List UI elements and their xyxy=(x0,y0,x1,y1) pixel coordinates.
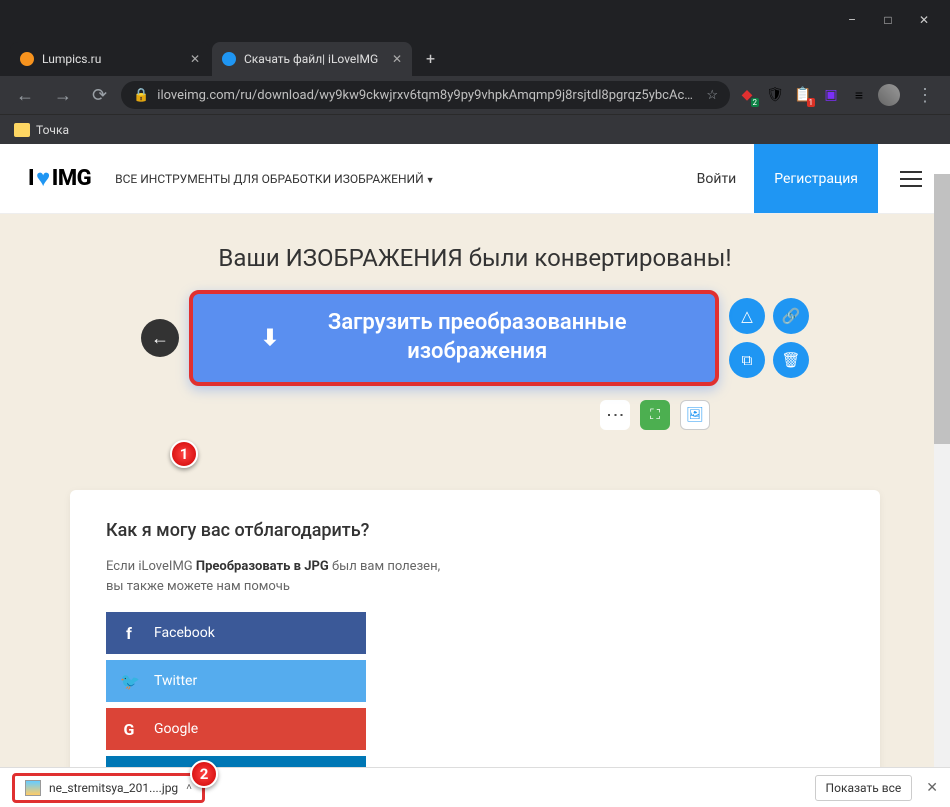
url-text: iloveimg.com/ru/download/wy9kw9ckwjrxv6t… xyxy=(157,88,698,103)
avatar[interactable] xyxy=(878,84,900,106)
fullscreen-button[interactable]: ⛶ xyxy=(640,400,670,430)
browser-menu[interactable]: ⋮ xyxy=(910,83,940,108)
dropbox-button[interactable]: ⧉ xyxy=(729,342,765,378)
share-twitter[interactable]: 🐦Twitter xyxy=(106,660,366,702)
extension-square[interactable]: ▣ xyxy=(822,86,840,104)
new-tab-button[interactable]: + xyxy=(414,41,447,76)
card-text: Если iLoveIMG Преобразовать в JPG был ва… xyxy=(106,557,844,596)
drive-button[interactable]: △ xyxy=(729,298,765,334)
link-button[interactable]: 🔗 xyxy=(773,298,809,334)
file-icon xyxy=(25,780,41,796)
show-all-button[interactable]: Показать все xyxy=(815,775,913,801)
hero: Ваши ИЗОБРАЖЕНИЯ были конвертированы! ← … xyxy=(0,214,950,450)
tab-favicon xyxy=(20,52,34,66)
address-bar[interactable]: 🔒 iloveimg.com/ru/download/wy9kw9ckwjrxv… xyxy=(121,81,730,109)
window-maximize[interactable]: □ xyxy=(882,14,894,26)
site-header: I ♥ IMG ВСЕ ИНСТРУМЕНТЫ ДЛЯ ОБРАБОТКИ ИЗ… xyxy=(0,144,950,214)
tab-lumpics[interactable]: Lumpics.ru ✕ xyxy=(10,42,210,76)
extension-shield[interactable]: 🛡 xyxy=(766,86,784,104)
share-facebook[interactable]: fFacebook xyxy=(106,612,366,654)
google-icon: G xyxy=(120,720,138,739)
close-icon[interactable]: ✕ xyxy=(190,52,200,66)
back-button[interactable]: ← xyxy=(10,83,40,108)
login-link[interactable]: Войти xyxy=(679,171,755,187)
register-button[interactable]: Регистрация xyxy=(754,144,878,213)
image-button[interactable]: 🖼 xyxy=(680,400,710,430)
site-logo[interactable]: I ♥ IMG xyxy=(28,164,91,193)
tab-favicon xyxy=(222,52,236,66)
star-icon[interactable]: ☆ xyxy=(706,88,718,103)
tab-title: Скачать файл| iLoveIMG xyxy=(244,52,378,66)
tab-iloveimg[interactable]: Скачать файл| iLoveIMG ✕ xyxy=(212,42,412,76)
card-title: Как я могу вас отблагодарить? xyxy=(106,520,844,541)
thanks-card: Как я могу вас отблагодарить? Если iLove… xyxy=(70,490,880,767)
scrollbar-thumb[interactable] xyxy=(934,174,950,444)
window-minimize[interactable]: – xyxy=(846,14,858,26)
share-linkedin[interactable]: inLinkedIn xyxy=(106,756,366,767)
forward-button[interactable]: → xyxy=(48,83,78,108)
bookmarks-bar: Точка xyxy=(0,114,950,144)
share-google[interactable]: GGoogle xyxy=(106,708,366,750)
chevron-down-icon: ▼ xyxy=(426,176,435,186)
downloads-close-button[interactable]: ✕ xyxy=(926,780,938,796)
close-icon[interactable]: ✕ xyxy=(392,52,402,66)
download-button[interactable]: ⬇ Загрузить преобразованные изображения xyxy=(189,290,719,386)
twitter-icon: 🐦 xyxy=(120,672,138,691)
scrollbar[interactable] xyxy=(934,174,950,767)
chevron-up-icon: ˄ xyxy=(186,782,192,793)
downloads-bar: ne_stremitsya_201....jpg ˄ 2 Показать вс… xyxy=(0,767,950,807)
window-titlebar: – □ ✕ xyxy=(0,0,950,40)
extension-menu[interactable]: ≡ xyxy=(850,86,868,104)
extension-adblock[interactable]: ◆2 xyxy=(738,86,756,104)
extension-clip[interactable]: 📋1 xyxy=(794,86,812,104)
menu-button[interactable] xyxy=(900,171,922,187)
page-title: Ваши ИЗОБРАЖЕНИЯ были конвертированы! xyxy=(0,244,950,272)
reload-button[interactable]: ⟳ xyxy=(86,83,113,108)
tab-strip: Lumpics.ru ✕ Скачать файл| iLoveIMG ✕ + xyxy=(0,40,950,76)
more-button[interactable]: ⋮ xyxy=(600,400,630,430)
omnibar: ← → ⟳ 🔒 iloveimg.com/ru/download/wy9kw9c… xyxy=(0,76,950,114)
download-chip[interactable]: ne_stremitsya_201....jpg ˄ 2 xyxy=(12,773,205,803)
download-filename: ne_stremitsya_201....jpg xyxy=(49,781,178,795)
page-content: I ♥ IMG ВСЕ ИНСТРУМЕНТЫ ДЛЯ ОБРАБОТКИ ИЗ… xyxy=(0,144,950,767)
folder-icon xyxy=(14,123,30,137)
nav-all-tools[interactable]: ВСЕ ИНСТРУМЕНТЫ ДЛЯ ОБРАБОТКИ ИЗОБРАЖЕНИ… xyxy=(115,172,434,186)
download-icon: ⬇ xyxy=(261,326,279,351)
facebook-icon: f xyxy=(120,624,138,643)
tab-title: Lumpics.ru xyxy=(42,52,101,66)
back-circle-button[interactable]: ← xyxy=(141,319,179,357)
annotation-2: 2 xyxy=(190,760,218,788)
extension-icons: ◆2 🛡 📋1 ▣ ≡ ⋮ xyxy=(738,83,940,108)
annotation-1: 1 xyxy=(170,440,198,468)
delete-button[interactable]: 🗑 xyxy=(773,342,809,378)
heart-icon: ♥ xyxy=(36,164,50,193)
window-close[interactable]: ✕ xyxy=(918,14,930,26)
bookmark-item[interactable]: Точка xyxy=(36,123,69,137)
lock-icon: 🔒 xyxy=(133,88,149,103)
